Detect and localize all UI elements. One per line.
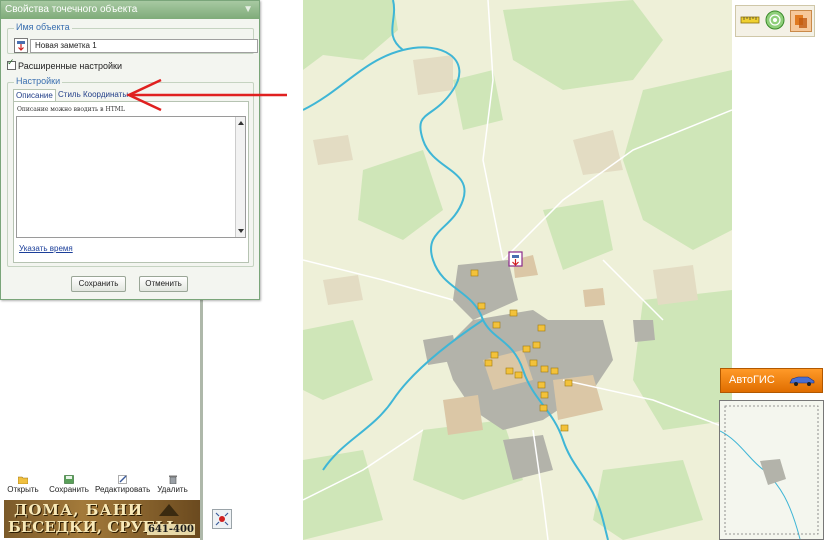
overview-map-canvas <box>720 401 823 539</box>
trash-icon <box>168 475 177 484</box>
edit-label: Редактировать <box>95 485 151 494</box>
checkbox-checked-icon[interactable] <box>7 57 16 71</box>
map-canvas[interactable] <box>303 0 732 540</box>
close-icon[interactable]: ▼ <box>243 1 253 19</box>
object-properties-dialog: Свойства точечного объекта ▼ Имя объекта… <box>0 0 260 300</box>
floppy-icon <box>64 475 74 484</box>
avtogis-button[interactable]: АвтоГИС <box>720 368 823 393</box>
delete-button[interactable]: Удалить <box>155 473 190 494</box>
description-panel: Описание можно вводить в HTML Указать вр… <box>13 101 249 263</box>
ruler-icon[interactable] <box>740 10 760 30</box>
dialog-title: Свойства точечного объекта <box>5 4 138 15</box>
banner-line1: ДОМА, БАНИ <box>14 501 144 519</box>
layers-icon[interactable] <box>790 10 812 32</box>
overview-map[interactable] <box>719 400 824 540</box>
name-group-label: Имя объекта <box>14 22 72 32</box>
description-hint: Описание можно вводить в HTML <box>17 106 125 113</box>
open-label: Открыть <box>7 485 39 494</box>
car-icon <box>789 376 815 386</box>
description-scrollbar[interactable] <box>235 117 245 237</box>
set-time-link[interactable]: Указать время <box>19 244 73 253</box>
annotation-arrow-icon <box>126 78 287 112</box>
new-note-marker[interactable] <box>508 251 523 267</box>
folder-open-icon <box>18 476 28 484</box>
object-name-input[interactable]: Новая заметка 1 <box>30 39 258 53</box>
map-tools-panel <box>735 5 815 37</box>
sidebar-splitter[interactable] <box>200 300 203 540</box>
edit-icon <box>117 475 127 484</box>
scroll-up-icon[interactable] <box>238 121 244 125</box>
advanced-settings-checkbox[interactable]: Расширенные настройки <box>7 57 122 71</box>
center-map-button[interactable] <box>212 509 232 529</box>
name-group: Имя объекта Новая заметка 1 <box>7 22 258 54</box>
house-roof-icon <box>159 504 179 516</box>
map-view[interactable] <box>303 0 732 540</box>
tab-coordinates[interactable]: Координаты <box>81 89 130 101</box>
note-icon[interactable] <box>14 38 28 53</box>
delete-label: Удалить <box>157 485 188 494</box>
save-toolbar-label: Сохранить <box>49 485 89 494</box>
cancel-button[interactable]: Отменить <box>139 276 188 292</box>
banner-phone: 641-400 <box>147 524 195 535</box>
description-textarea[interactable] <box>16 116 246 238</box>
advanced-settings-label: Расширенные настройки <box>18 61 122 71</box>
ad-banner[interactable]: ДОМА, БАНИ БЕСЕДКИ, СРУБЫ 641-400 <box>4 500 200 538</box>
bottom-toolbar: Открыть Сохранить Редактировать Удалить <box>0 473 200 499</box>
edit-button[interactable]: Редактировать <box>95 473 150 494</box>
avtogis-label: АвтоГИС <box>729 374 775 386</box>
save-toolbar-button[interactable]: Сохранить <box>48 473 90 494</box>
save-button[interactable]: Сохранить <box>71 276 126 292</box>
scroll-down-icon[interactable] <box>238 229 244 233</box>
radar-icon[interactable] <box>765 10 785 30</box>
target-icon <box>215 512 229 526</box>
dialog-title-bar[interactable]: Свойства точечного объекта ▼ <box>1 1 259 19</box>
tab-style[interactable]: Стиль <box>56 89 83 101</box>
settings-group-label: Настройки <box>14 76 63 86</box>
open-button[interactable]: Открыть <box>4 473 42 494</box>
